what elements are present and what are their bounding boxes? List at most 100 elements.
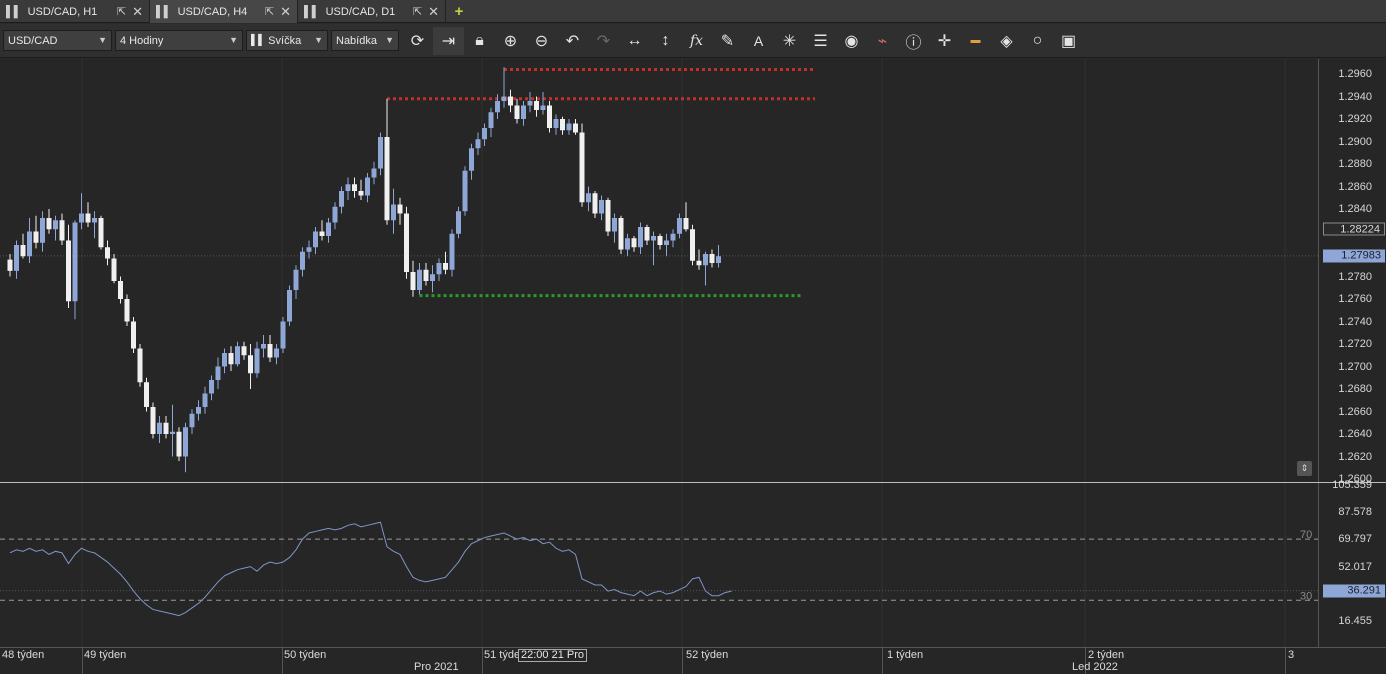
zoom-in-icon[interactable]: ⊕: [495, 27, 526, 55]
time-tick: [682, 648, 683, 674]
rsi-axis[interactable]: 105.359 87.578 69.797 52.017 16.455 36.291: [1318, 479, 1386, 647]
candle-body: [92, 218, 97, 223]
rsi-chart: 70 30: [0, 483, 1318, 647]
zoom-out-icon[interactable]: ⊖: [526, 27, 557, 55]
candle-body: [280, 321, 286, 349]
price-axis[interactable]: 1.2960 1.2940 1.2920 1.2900 1.2880 1.2860 1.28…: [1318, 59, 1386, 485]
close-icon[interactable]: ✕: [280, 5, 291, 18]
menu-value: Nabídka: [336, 34, 377, 47]
chart-type-select[interactable]: ▌▌ Svíčka ▼: [246, 30, 328, 51]
candle-body: [261, 344, 266, 349]
tab-bar: ▌▌ USD/CAD, H1 ⇱ ✕ ▌▌ USD/CAD, H4 ⇱ ✕ ▌▌…: [0, 0, 1386, 23]
candle-body: [371, 168, 377, 178]
text-icon[interactable]: A: [743, 27, 774, 55]
tab-usdcad-h1[interactable]: ▌▌ USD/CAD, H1 ⇱ ✕: [0, 0, 150, 23]
layers-icon[interactable]: ☰: [805, 27, 836, 55]
eye-icon[interactable]: ◉: [836, 27, 867, 55]
candle-body: [183, 427, 188, 457]
candle-body: [456, 211, 461, 234]
candle-body: [14, 245, 19, 271]
time-tick: [482, 648, 483, 674]
candle-body: [534, 101, 539, 110]
refresh-icon[interactable]: ⟳: [402, 27, 433, 55]
time-tick: [1285, 648, 1286, 674]
menu-select[interactable]: Nabídka ▼: [331, 30, 399, 51]
time-tick: [282, 648, 283, 674]
redo-icon[interactable]: ↷: [588, 27, 619, 55]
instrument-select[interactable]: USD/CAD ▼: [3, 30, 112, 51]
detach-icon[interactable]: ⇱: [265, 5, 274, 18]
price-tick-label: 1.2680: [1338, 383, 1372, 395]
week-label: 2 týden: [1088, 649, 1125, 661]
toolbar: USD/CAD ▼ 4 Hodiny ▼ ▌▌ Svíčka ▼ Nabídka ▼ ⟳ …: [0, 24, 1386, 58]
tab-usdcad-h4[interactable]: ▌▌ USD/CAD, H4 ⇱ ✕: [150, 0, 298, 23]
save-icon[interactable]: ▣: [1053, 27, 1084, 55]
week-label: 50 týden: [284, 649, 327, 661]
alert-icon[interactable]: ⌁: [867, 27, 898, 55]
candle-body: [436, 263, 442, 275]
horizontal-stretch-icon[interactable]: ↔: [619, 27, 650, 55]
chevron-down-icon: ▼: [229, 35, 238, 45]
shift-chart-icon[interactable]: ⇥: [433, 26, 464, 55]
chevron-down-icon: ▼: [314, 35, 323, 45]
crosshair-time-label: 22:00 21 Pro: [518, 649, 587, 662]
price-tick-label: 1.2860: [1338, 180, 1372, 193]
detach-icon[interactable]: ⇱: [117, 5, 126, 18]
chart-bars-icon: ▌▌: [156, 5, 172, 18]
candle-body: [521, 105, 526, 119]
circle-settings-icon[interactable]: ○: [1022, 27, 1053, 55]
price-tick-label: 1.2760: [1338, 293, 1372, 305]
color-theme-icon[interactable]: ▬: [960, 27, 991, 55]
price-tick-label: 1.2720: [1338, 338, 1372, 350]
week-label: 1 týden: [887, 649, 924, 661]
lock-icon[interactable]: 🔒︎: [464, 27, 495, 55]
candle-body: [677, 218, 682, 234]
candle-body: [651, 236, 656, 241]
candle-body: [176, 431, 182, 457]
candle-body: [274, 348, 279, 358]
paint-bucket-icon[interactable]: ◈: [991, 27, 1022, 55]
candle-body: [423, 269, 429, 281]
candle-body: [625, 238, 630, 250]
candle-body: [189, 413, 195, 428]
close-icon[interactable]: ✕: [132, 5, 143, 18]
time-tick: [882, 648, 883, 674]
chart-bars-icon: ▌▌: [304, 5, 320, 18]
candle-body: [404, 213, 409, 272]
candle-body: [157, 422, 162, 434]
candle-body: [547, 105, 552, 128]
scale-spinner-icon[interactable]: ⇕: [1297, 461, 1312, 476]
add-chart-icon[interactable]: +: [446, 0, 472, 23]
price-tick-label: 1.2920: [1338, 113, 1372, 125]
candle-body: [254, 348, 260, 374]
candle-body: [495, 101, 500, 113]
price-tick-label: 1.2740: [1338, 315, 1372, 328]
time-tick: [82, 648, 83, 674]
chevron-down-icon: ▼: [385, 35, 394, 45]
candle-body: [683, 218, 689, 230]
tab-usdcad-d1[interactable]: ▌▌ USD/CAD, D1 ⇱ ✕: [298, 0, 446, 23]
price-chart-pane[interactable]: [0, 59, 1318, 482]
rsi-chart-pane[interactable]: 70 30: [0, 483, 1318, 647]
candle-body: [59, 220, 65, 241]
candle-body: [644, 227, 650, 241]
crosshair-icon[interactable]: ✳: [774, 27, 805, 55]
time-axis[interactable]: 48 týden 49 týden 50 týden 51 týden 52 týden…: [0, 647, 1386, 674]
price-tick-label: 1.2660: [1338, 405, 1372, 418]
detach-icon[interactable]: ⇱: [413, 5, 422, 18]
vertical-stretch-icon[interactable]: ↕: [650, 27, 681, 55]
undo-icon[interactable]: ↶: [557, 27, 588, 55]
info-icon[interactable]: ⓘ: [898, 27, 929, 55]
candle-body: [566, 123, 572, 131]
pencil-icon[interactable]: ✎: [712, 27, 743, 55]
cross-cursor-icon[interactable]: ✛: [929, 27, 960, 55]
rsi-level-label: 70: [1300, 529, 1312, 541]
candle-body: [79, 213, 84, 223]
indicator-fx-icon[interactable]: fx: [681, 27, 712, 55]
period-select[interactable]: 4 Hodiny ▼: [115, 30, 243, 51]
candle-body: [137, 348, 143, 383]
rsi-tick-label: 52.017: [1338, 560, 1372, 573]
candle-body: [332, 206, 338, 223]
candle-body: [540, 105, 546, 110]
close-icon[interactable]: ✕: [428, 5, 439, 18]
